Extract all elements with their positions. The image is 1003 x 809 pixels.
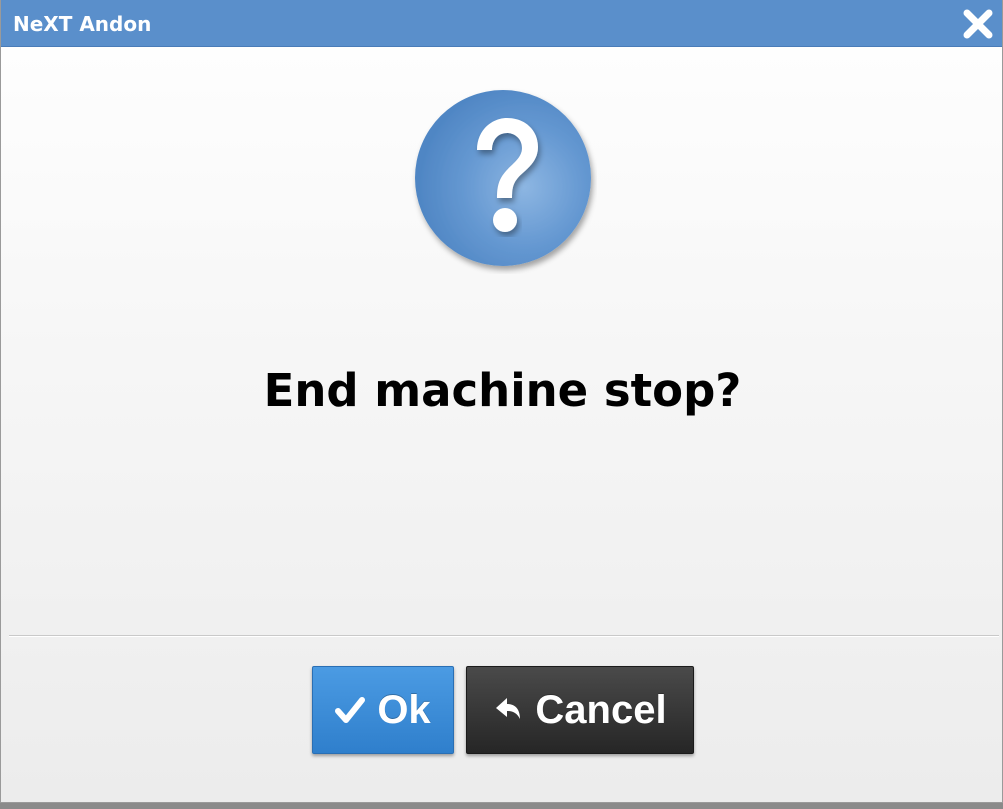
dialog-message: End machine stop? bbox=[263, 364, 742, 417]
dialog-title-bar[interactable]: NeXT Andon bbox=[1, 0, 1002, 47]
reply-arrow-icon bbox=[493, 695, 523, 725]
dialog-title: NeXT Andon bbox=[13, 12, 152, 36]
close-button[interactable] bbox=[958, 4, 998, 44]
ok-button-label: Ok bbox=[377, 688, 431, 732]
cancel-button-label: Cancel bbox=[535, 688, 667, 732]
footer-divider bbox=[9, 635, 999, 637]
check-icon bbox=[335, 695, 366, 725]
question-icon bbox=[411, 88, 597, 274]
cancel-button[interactable]: Cancel bbox=[466, 666, 694, 754]
close-icon bbox=[963, 9, 993, 39]
ok-button[interactable]: Ok bbox=[312, 666, 454, 754]
confirm-dialog: NeXT Andon End machine stop? Ok Cancel bbox=[0, 0, 1003, 803]
